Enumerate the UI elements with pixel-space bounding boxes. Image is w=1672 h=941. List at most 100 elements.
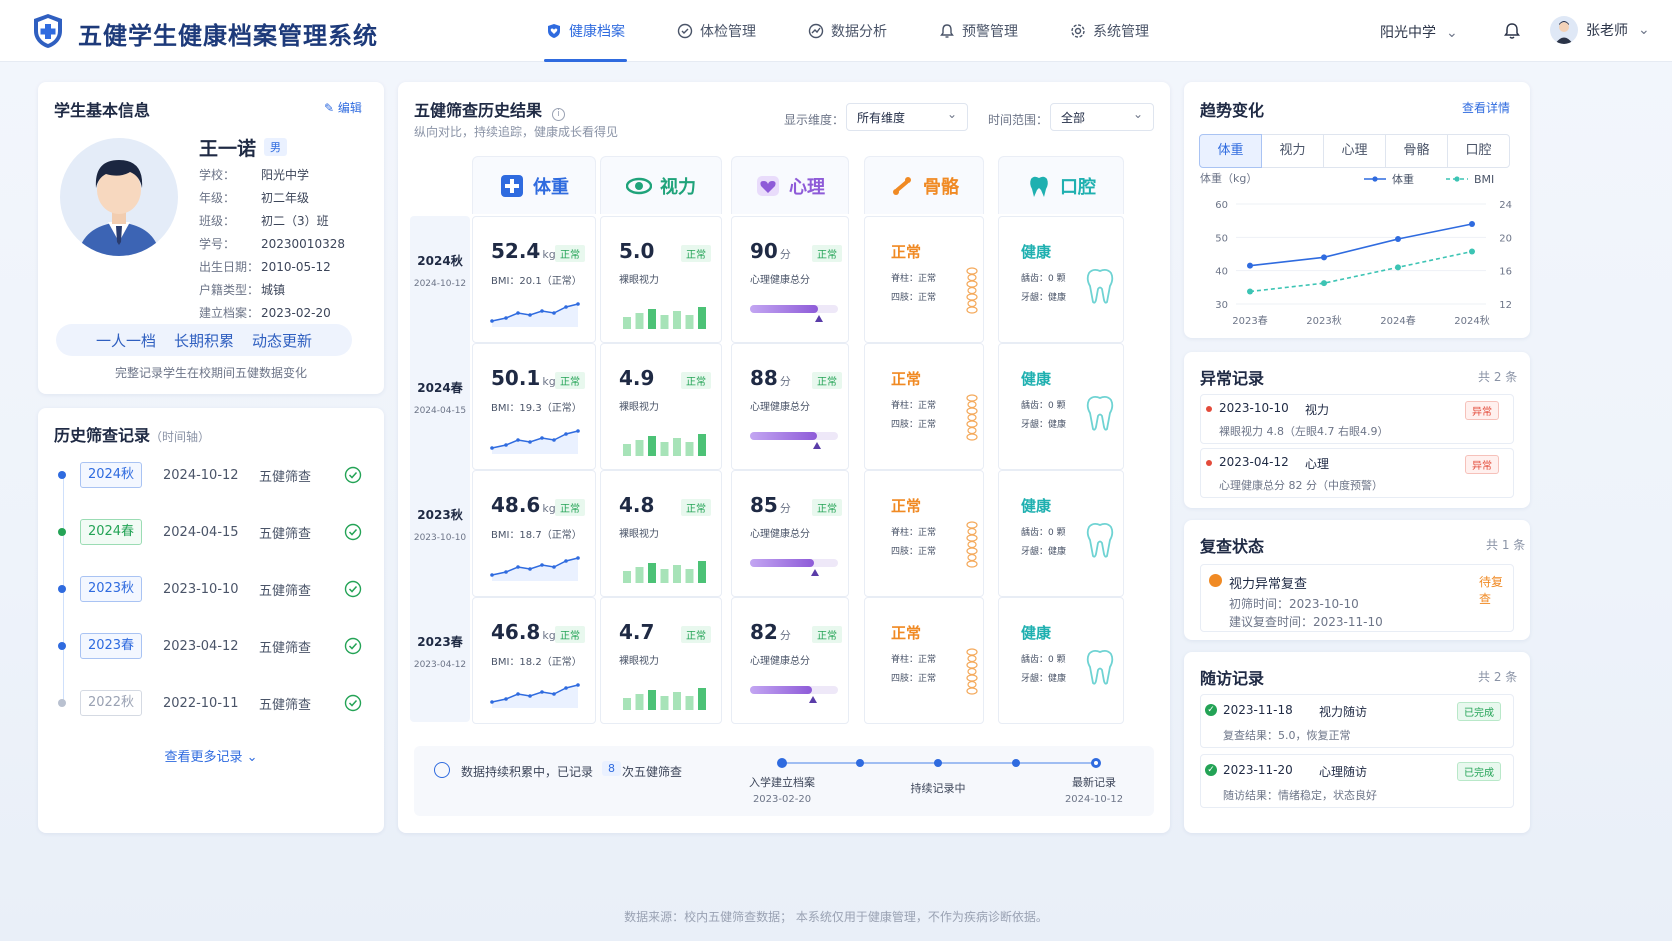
category-tab-4[interactable]: 口腔 <box>998 156 1124 214</box>
status-badge: 正常 <box>555 499 585 516</box>
bone-cell[interactable]: 正常 脊柱：正常 四肢：正常 <box>864 470 984 597</box>
term-label: 2023秋 <box>417 508 463 522</box>
oral-caries: 龋齿：0 颗 <box>1021 401 1066 411</box>
tooth-icon <box>1086 522 1114 558</box>
sparkline-point <box>564 305 568 309</box>
field-label: 建立档案： <box>199 306 260 320</box>
series-point <box>1247 262 1253 269</box>
nav-item-1[interactable]: 体检管理 <box>651 0 782 62</box>
timeline-text: 最新记录 <box>1072 776 1116 789</box>
weight-value: 48.6 <box>491 493 541 517</box>
category-tab-2[interactable]: 心理 <box>731 156 849 214</box>
section-title: 趋势变化 <box>1200 101 1265 120</box>
weight-cell[interactable]: 50.1 kg 正常 BMI：19.3（正常） <box>472 343 596 470</box>
user-menu[interactable]: 张老师 ⌄ <box>1550 16 1650 44</box>
bone-cell[interactable]: 正常 脊柱：正常 四肢：正常 <box>864 216 984 343</box>
sparkline-point <box>528 440 532 444</box>
trend-tab-4[interactable]: 口腔 <box>1447 134 1510 168</box>
abnormal-item[interactable]: 2023-04-12 心理 异常 心理健康总分 82 分（中度预警） <box>1200 448 1514 498</box>
slogan-bar: 一人一档 长期积累 动态更新 <box>56 324 352 356</box>
vision-cell[interactable]: 5.0 正常 裸眼视力 <box>600 216 722 343</box>
oral-cell[interactable]: 健康 龋齿：0 颗牙龈：健康 <box>998 216 1124 343</box>
weight-cell[interactable]: 48.6 kg 正常 BMI：18.7（正常） <box>472 470 596 597</box>
school-selector[interactable]: 阳光中学 ⌄ <box>1380 22 1458 42</box>
followup-item[interactable]: ✓ 2023-11-20 心理随访 已完成 随访结果：情绪稳定，状态良好 <box>1200 754 1514 808</box>
trend-tab-0[interactable]: 体重 <box>1199 134 1262 168</box>
weight-cell[interactable]: 46.8 kg 正常 BMI：18.2（正常） <box>472 597 596 724</box>
info-icon[interactable]: i <box>552 108 566 121</box>
y-tick-right: 20 <box>1499 233 1512 244</box>
history-item[interactable]: 2023春 2023-04-12 五健筛查 <box>58 631 362 661</box>
psych-value: 85 <box>750 493 778 517</box>
history-card: 历史筛查记录（时间轴） 查看更多记录 ⌄ 2024秋 2024-10-12 五健筛查… <box>38 408 384 833</box>
vertebra-shape <box>967 413 977 422</box>
y-tick-right: 12 <box>1499 300 1512 311</box>
check-circle-icon <box>344 637 362 655</box>
weight-cell[interactable]: 52.4 kg 正常 BMI：20.1（正常） <box>472 216 596 343</box>
trend-tab-1[interactable]: 视力 <box>1261 134 1324 168</box>
oral-gum: 牙龈：健康 <box>1021 674 1067 684</box>
sparkline-point <box>540 436 544 440</box>
nav-item-0[interactable]: 健康档案 <box>520 0 651 62</box>
timeline-dot <box>58 528 66 536</box>
psych-cell[interactable]: 90 分 正常 心理健康总分 <box>731 216 849 343</box>
oral-cell[interactable]: 健康 龋齿：0 颗牙龈：健康 <box>998 470 1124 597</box>
psych-progress-fill <box>750 559 815 567</box>
screening-type: 五健筛查 <box>259 469 312 485</box>
vision-label: 裸眼视力 <box>619 656 659 667</box>
vision-bar <box>673 565 681 583</box>
recheck-item[interactable]: 视力异常复查 待复查 初筛时间：2023-10-10 建议复查时间：2023-1… <box>1200 564 1514 632</box>
psych-value-row: 82 分 <box>750 620 791 644</box>
followup-item[interactable]: ✓ 2023-11-18 视力随访 已完成 复查结果：5.0，恢复正常 <box>1200 694 1514 748</box>
category-tab-0[interactable]: 体重 <box>472 156 596 214</box>
heart-icon <box>757 175 779 196</box>
psych-cell[interactable]: 82 分 正常 心理健康总分 <box>731 597 849 724</box>
vision-cell[interactable]: 4.8 正常 裸眼视力 <box>600 470 722 597</box>
nav-item-2[interactable]: 数据分析 <box>782 0 913 62</box>
nav-item-3[interactable]: 预警管理 <box>913 0 1044 62</box>
history-item[interactable]: 2023秋 2023-10-10 五健筛查 <box>58 574 362 604</box>
bone-spine: 脊柱：正常 <box>891 274 937 284</box>
trend-tab-3[interactable]: 骨骼 <box>1385 134 1448 168</box>
history-item[interactable]: 2024秋 2024-10-12 五健筛查 <box>58 460 362 490</box>
bone-cell[interactable]: 正常 脊柱：正常 四肢：正常 <box>864 343 984 470</box>
vision-bar <box>648 436 656 456</box>
range-select[interactable]: 全部 ⌄ <box>1050 103 1154 131</box>
view-detail-link[interactable]: 查看详情 <box>1462 99 1510 116</box>
psych-marker-icon <box>808 696 817 703</box>
bone-spine: 脊柱：正常 <box>891 401 937 411</box>
bell-icon[interactable] <box>1503 22 1521 40</box>
history-item[interactable]: 2024春 2024-04-15 五健筛查 <box>58 517 362 547</box>
more-label: 查看更多记录 <box>164 750 243 765</box>
category-tab-1[interactable]: 视力 <box>600 156 722 214</box>
bone-cell[interactable]: 正常 脊柱：正常 四肢：正常 <box>864 597 984 724</box>
timeline-date: 2023-02-20 <box>752 794 812 805</box>
abnormal-item[interactable]: 2023-10-10 视力 异常 裸眼视力 4.8（左眼4.7 右眼4.9） <box>1200 394 1514 444</box>
sparkline-point <box>490 700 494 704</box>
bmi-text: BMI：20.1（正常） <box>491 276 582 287</box>
psych-cell[interactable]: 85 分 正常 心理健康总分 <box>731 470 849 597</box>
oral-cell[interactable]: 健康 龋齿：0 颗牙龈：健康 <box>998 597 1124 724</box>
category-tab-3[interactable]: 骨骼 <box>864 156 984 214</box>
term-date: 2024-04-15 <box>413 406 467 416</box>
trend-tab-2[interactable]: 心理 <box>1323 134 1386 168</box>
nav-item-4[interactable]: 系统管理 <box>1044 0 1175 62</box>
screening-date: 2024-04-15 <box>163 524 239 540</box>
more-records-link[interactable]: 查看更多记录 ⌄ <box>38 746 384 765</box>
vision-bar <box>623 444 631 456</box>
timeline-dot <box>58 471 66 479</box>
history-item[interactable]: 2022秋 2022-10-11 五健筛查 <box>58 688 362 718</box>
term-date: 2024-10-12 <box>413 279 467 289</box>
oral-cell[interactable]: 健康 龋齿：0 颗牙龈：健康 <box>998 343 1124 470</box>
vision-cell[interactable]: 4.9 正常 裸眼视力 <box>600 343 722 470</box>
status-badge: 正常 <box>812 626 842 643</box>
sparkline-point <box>516 311 520 315</box>
vision-cell[interactable]: 4.7 正常 裸眼视力 <box>600 597 722 724</box>
check-circle-icon <box>344 694 362 712</box>
series-point <box>1469 248 1475 255</box>
psych-cell[interactable]: 88 分 正常 心理健康总分 <box>731 343 849 470</box>
edit-link[interactable]: ✎ 编辑 <box>324 99 362 116</box>
vision-bar <box>635 567 644 583</box>
alert-dot-icon <box>1206 406 1212 412</box>
dimension-select[interactable]: 所有维度 ⌄ <box>846 103 968 131</box>
